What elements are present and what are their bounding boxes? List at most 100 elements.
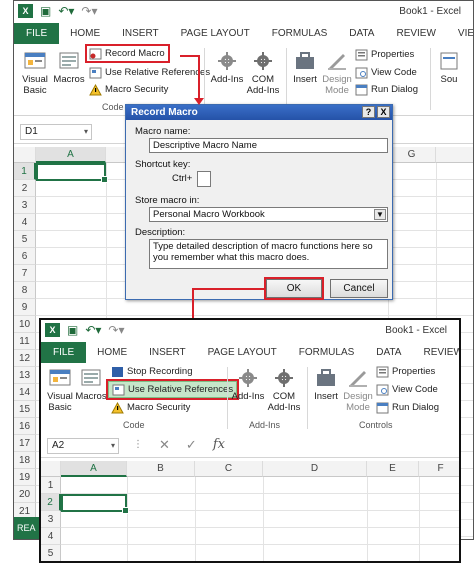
name-box[interactable]: D1 ▾ (20, 124, 92, 140)
visual-basic-button[interactable]: Visual Basic (45, 367, 75, 413)
redo-icon[interactable]: ↷▾ (108, 323, 124, 337)
column-header[interactable]: B (127, 461, 195, 477)
save-icon[interactable]: ▣ (40, 4, 51, 18)
close-button[interactable]: X (377, 106, 390, 118)
row-header[interactable]: 1 (41, 477, 61, 494)
row-header[interactable]: 5 (41, 545, 61, 561)
row-header[interactable]: 11 (14, 333, 36, 350)
select-all-corner[interactable] (41, 461, 61, 477)
tab-review[interactable]: REVIEW (412, 342, 459, 363)
column-header[interactable]: F (419, 461, 459, 477)
row-header[interactable]: 1 (14, 163, 36, 180)
worksheet-grid-bottom[interactable]: A B C D E F 12345 (41, 461, 459, 561)
select-all-corner[interactable] (14, 147, 36, 163)
column-header[interactable]: C (195, 461, 263, 477)
source-button[interactable]: Sou (434, 50, 464, 85)
view-code-button[interactable]: View Code (355, 65, 417, 80)
macro-name-input[interactable]: Descriptive Macro Name (149, 138, 388, 153)
store-macro-select[interactable]: Personal Macro Workbook ▼ (149, 207, 388, 222)
row-header[interactable]: 4 (14, 214, 36, 231)
tab-file[interactable]: FILE (41, 342, 87, 363)
source-icon (440, 52, 458, 70)
column-header[interactable]: G (388, 147, 436, 163)
row-header[interactable]: 13 (14, 367, 36, 384)
tab-data[interactable]: DATA (365, 342, 412, 363)
column-header[interactable]: A (36, 147, 106, 163)
view-code-button[interactable]: View Code (376, 382, 438, 397)
run-dialog-button[interactable]: Run Dialog (355, 82, 418, 97)
tab-insert[interactable]: INSERT (138, 342, 197, 363)
macros-button[interactable]: Macros (52, 50, 86, 85)
add-ins-button[interactable]: Add-Ins (210, 50, 244, 85)
insert-control-button[interactable]: Insert (290, 50, 320, 85)
row-header[interactable]: 3 (14, 197, 36, 214)
shortcut-key-input[interactable] (197, 171, 211, 187)
tab-formulas[interactable]: FORMULAS (288, 342, 366, 363)
row-header[interactable]: 12 (14, 350, 36, 367)
row-header[interactable]: 20 (14, 486, 36, 503)
tab-formulas[interactable]: FORMULAS (261, 23, 339, 44)
properties-button[interactable]: Properties (376, 364, 435, 379)
undo-icon[interactable]: ↶▾ (85, 323, 101, 337)
macro-security-button[interactable]: Macro Security (111, 400, 190, 415)
use-relative-references-button-active[interactable]: Use Relative References (105, 379, 240, 400)
row-header[interactable]: 18 (14, 452, 36, 469)
row-header[interactable]: 4 (41, 528, 61, 545)
visual-basic-button[interactable]: Visual Basic (20, 50, 50, 96)
row-header[interactable]: 15 (14, 401, 36, 418)
tab-page-layout[interactable]: PAGE LAYOUT (197, 342, 288, 363)
tab-data[interactable]: DATA (338, 23, 385, 44)
row-header[interactable]: 7 (14, 265, 36, 282)
column-header[interactable]: A (61, 461, 127, 477)
row-header[interactable]: 6 (14, 248, 36, 265)
row-header[interactable]: 2 (14, 180, 36, 197)
add-ins-button[interactable]: Add-Ins (231, 367, 265, 402)
cancel-button[interactable]: Cancel (330, 279, 388, 298)
row-header[interactable]: 14 (14, 384, 36, 401)
properties-button[interactable]: Properties (355, 47, 414, 62)
row-header[interactable]: 9 (14, 299, 36, 316)
active-cell[interactable] (61, 494, 129, 514)
column-header[interactable]: E (367, 461, 419, 477)
use-relative-references-button[interactable]: Use Relative References (89, 65, 210, 80)
com-add-ins-button[interactable]: COM Add-Ins (246, 50, 280, 96)
tab-home[interactable]: HOME (59, 23, 111, 44)
row-header[interactable]: 16 (14, 418, 36, 435)
macros-button[interactable]: Macros (75, 367, 107, 402)
row-header[interactable]: 8 (14, 282, 36, 299)
enter-icon[interactable]: ✓ (186, 437, 197, 453)
cancel-icon[interactable]: ✕ (159, 437, 170, 453)
redo-icon[interactable]: ↷▾ (81, 4, 97, 18)
tab-insert[interactable]: INSERT (111, 23, 170, 44)
save-icon[interactable]: ▣ (67, 323, 78, 337)
com-add-ins-button[interactable]: COM Add-Ins (267, 367, 301, 413)
tab-page-layout[interactable]: PAGE LAYOUT (170, 23, 261, 44)
stop-recording-button[interactable]: Stop Recording (111, 364, 192, 379)
tab-view[interactable]: VIEW (447, 23, 473, 44)
ok-button[interactable]: OK (264, 277, 324, 300)
run-dialog-button[interactable]: Run Dialog (376, 400, 439, 415)
undo-icon[interactable]: ↶▾ (58, 4, 74, 18)
active-cell[interactable] (36, 163, 108, 183)
tab-file[interactable]: FILE (14, 23, 60, 44)
design-mode-button[interactable]: Design Mode (320, 50, 354, 96)
insert-control-button[interactable]: Insert (311, 367, 341, 402)
design-mode-button[interactable]: Design Mode (341, 367, 375, 413)
column-header[interactable]: D (263, 461, 367, 477)
name-box[interactable]: A2 ▾ (47, 438, 119, 454)
window-title: Book1 - Excel (385, 325, 447, 336)
row-header[interactable]: 2 (41, 494, 61, 511)
help-button[interactable]: ? (362, 106, 375, 118)
row-header[interactable]: 5 (14, 231, 36, 248)
tab-review[interactable]: REVIEW (385, 23, 446, 44)
row-header[interactable]: 10 (14, 316, 36, 333)
row-header[interactable]: 19 (14, 469, 36, 486)
description-textarea[interactable]: Type detailed description of macro funct… (149, 239, 388, 269)
tab-home[interactable]: HOME (86, 342, 138, 363)
column-header-empty[interactable] (436, 147, 473, 163)
row-header[interactable]: 17 (14, 435, 36, 452)
insert-function-icon[interactable]: fx (213, 437, 225, 453)
macro-security-button[interactable]: Macro Security (89, 82, 168, 97)
record-macro-button[interactable]: Record Macro (85, 44, 170, 63)
row-header[interactable]: 3 (41, 511, 61, 528)
